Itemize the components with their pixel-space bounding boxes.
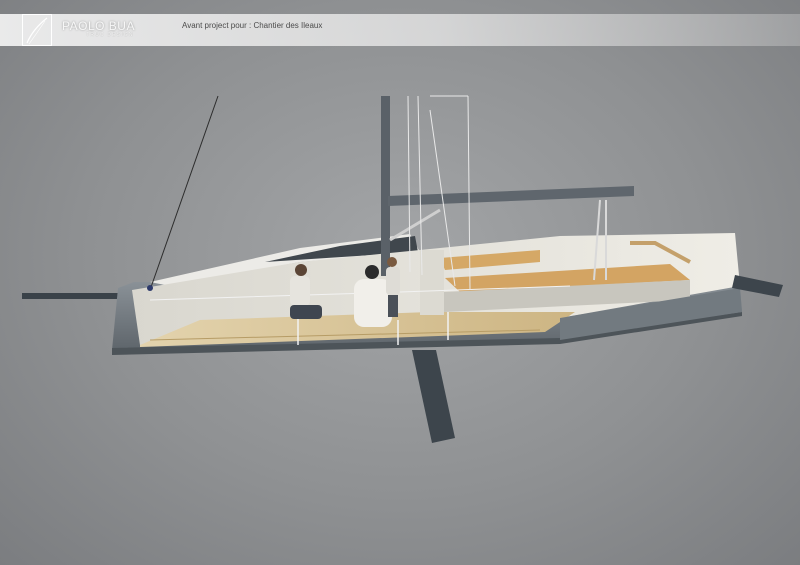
mast — [381, 96, 390, 276]
boat-render — [22, 95, 783, 443]
keel-fin — [412, 350, 455, 443]
boom — [388, 186, 634, 206]
bow-fitting — [147, 285, 153, 291]
forestay — [149, 95, 219, 291]
